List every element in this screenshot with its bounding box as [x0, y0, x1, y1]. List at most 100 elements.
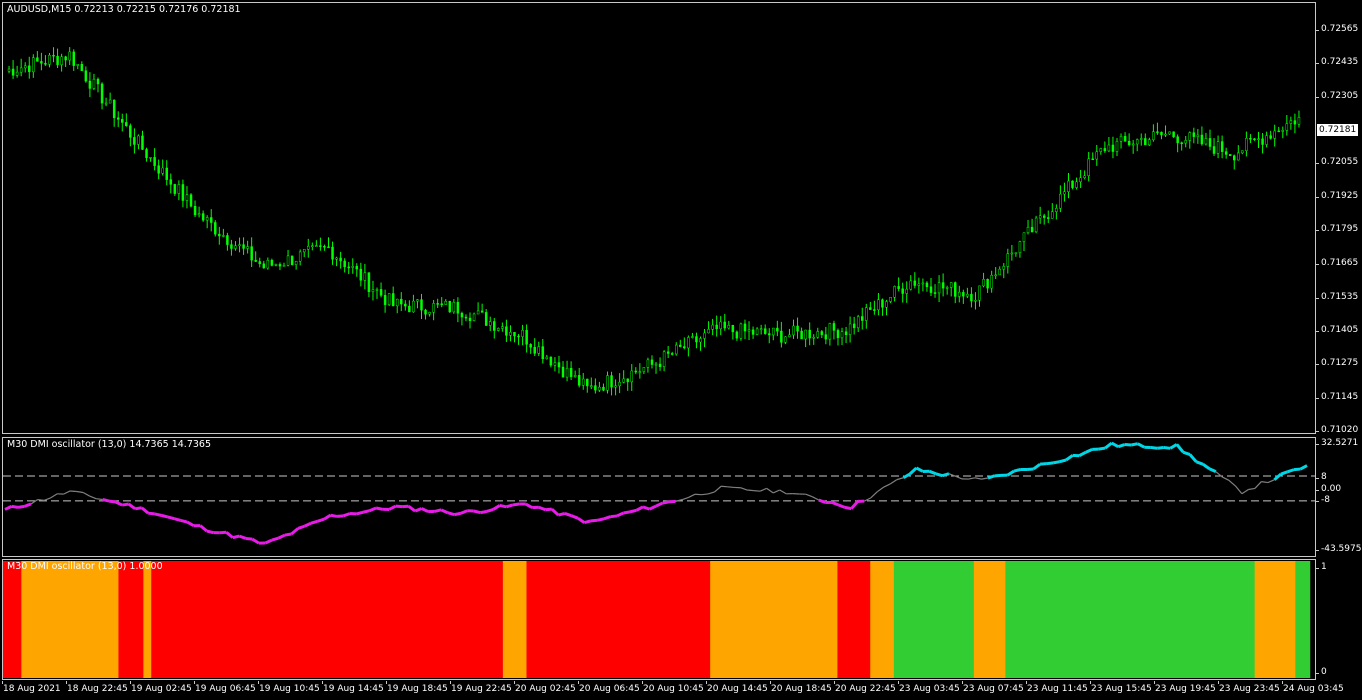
oscillator-segment	[160, 513, 169, 519]
candle	[274, 263, 278, 267]
oscillator-axis[interactable]: 32.5271 8 0.00 -8 -43.5975	[1315, 437, 1362, 557]
oscillator-segment	[245, 536, 253, 541]
candle	[28, 56, 31, 79]
oscillator-segment	[577, 516, 586, 524]
candle	[112, 99, 116, 127]
histogram-bar-orange	[870, 561, 895, 678]
candle	[484, 309, 488, 326]
dmi-oscillator-pane[interactable]: M30 DMI oscillator (13,0) 14.7365 14.736…	[2, 437, 1316, 557]
candle	[307, 238, 310, 258]
oscillator-segment	[284, 532, 292, 537]
dmi-histogram-pane[interactable]: M30 DMI oscillator (13,0) 1.0000	[2, 559, 1316, 680]
candle	[1095, 144, 1099, 166]
candle	[311, 242, 314, 251]
oscillator-segment	[955, 475, 963, 480]
oscillator-segment	[642, 505, 650, 511]
candle	[1253, 138, 1256, 141]
candle	[824, 326, 828, 345]
oscillator-segment	[11, 504, 19, 509]
candle	[1115, 138, 1119, 157]
oscillator-segment	[1280, 470, 1288, 476]
candle	[622, 370, 625, 384]
oscillator-segment	[89, 495, 97, 500]
candle	[60, 53, 63, 72]
time-label: 18 Aug 2021	[2, 681, 61, 694]
oscillator-segment	[297, 524, 305, 530]
candle	[331, 241, 334, 265]
oscillator-segment	[303, 521, 312, 528]
candle	[933, 284, 937, 298]
oscillator-segment	[1046, 461, 1054, 466]
candle	[836, 328, 840, 346]
oscillator-segment	[310, 519, 318, 525]
candle	[545, 354, 549, 360]
candle	[1216, 135, 1220, 159]
candle	[1245, 131, 1248, 157]
candle	[1002, 263, 1006, 279]
candle	[452, 299, 456, 314]
candle	[719, 316, 722, 336]
oscillator-segment	[681, 496, 689, 501]
candle	[1176, 134, 1179, 153]
candle	[129, 123, 132, 147]
oscillator-segment	[277, 533, 286, 540]
oscillator-segment	[1110, 441, 1119, 448]
candle	[1087, 152, 1090, 182]
current-price-tag: 0.72181	[1317, 124, 1359, 136]
price-axis[interactable]: 0.72565 0.72435 0.72305 0.72181 0.72055 …	[1315, 2, 1362, 435]
oscillator-segment	[662, 500, 670, 505]
candle	[205, 215, 209, 229]
candle	[529, 343, 532, 354]
candle	[1148, 137, 1151, 146]
oscillator-segment	[1163, 445, 1171, 450]
oscillator-segment	[368, 506, 377, 513]
candle	[1034, 215, 1038, 234]
candle	[149, 157, 152, 162]
histogram-axis[interactable]: 1 0	[1316, 559, 1362, 680]
oscillator-segment	[648, 504, 657, 511]
histogram-bar-red	[151, 561, 504, 678]
candle	[1257, 131, 1260, 149]
time-label: 20 Aug 02:45	[514, 681, 576, 694]
oscillator-segment	[199, 524, 208, 533]
candle	[525, 324, 528, 353]
time-label: 23 Aug 03:45	[898, 681, 960, 694]
candle	[1111, 136, 1115, 159]
candle	[723, 313, 727, 331]
oscillator-segment	[811, 496, 820, 501]
candle	[1224, 147, 1228, 159]
oscillator-segment	[1261, 481, 1269, 484]
candle	[1067, 172, 1070, 199]
candle	[412, 294, 415, 313]
oscillator-segment	[1175, 443, 1185, 454]
oscillator-segment	[635, 505, 644, 512]
candle	[860, 307, 864, 330]
price-chart-pane[interactable]: AUDUSD,M15 0.72213 0.72215 0.72176 0.721…	[2, 2, 1316, 434]
oscillator-segment	[76, 490, 84, 494]
candle	[751, 326, 755, 339]
candle	[763, 324, 767, 335]
candle	[1144, 133, 1147, 146]
candle	[1297, 110, 1301, 128]
candle	[654, 362, 658, 374]
candle	[687, 335, 690, 357]
candle	[929, 277, 933, 296]
candle	[1123, 132, 1127, 142]
candle	[456, 297, 460, 323]
oscillator-segment	[343, 512, 351, 518]
candle	[1265, 131, 1268, 148]
candle	[32, 54, 35, 78]
osc-tick: 32.5271	[1315, 438, 1359, 448]
oscillator-segment	[981, 477, 989, 480]
price-tick: 0.71795	[1315, 224, 1359, 234]
candle	[1172, 131, 1175, 138]
candle	[440, 297, 443, 308]
oscillator-segment	[1078, 451, 1087, 458]
time-axis[interactable]: 18 Aug 2021 18 Aug 22:45 19 Aug 02:45 19 Au…	[0, 681, 1362, 700]
osc-tick: 0.00	[1315, 484, 1342, 494]
candle	[1047, 210, 1050, 223]
candle	[594, 378, 597, 394]
candle	[133, 128, 136, 154]
candle	[242, 237, 245, 255]
oscillator-segment	[1208, 467, 1217, 474]
